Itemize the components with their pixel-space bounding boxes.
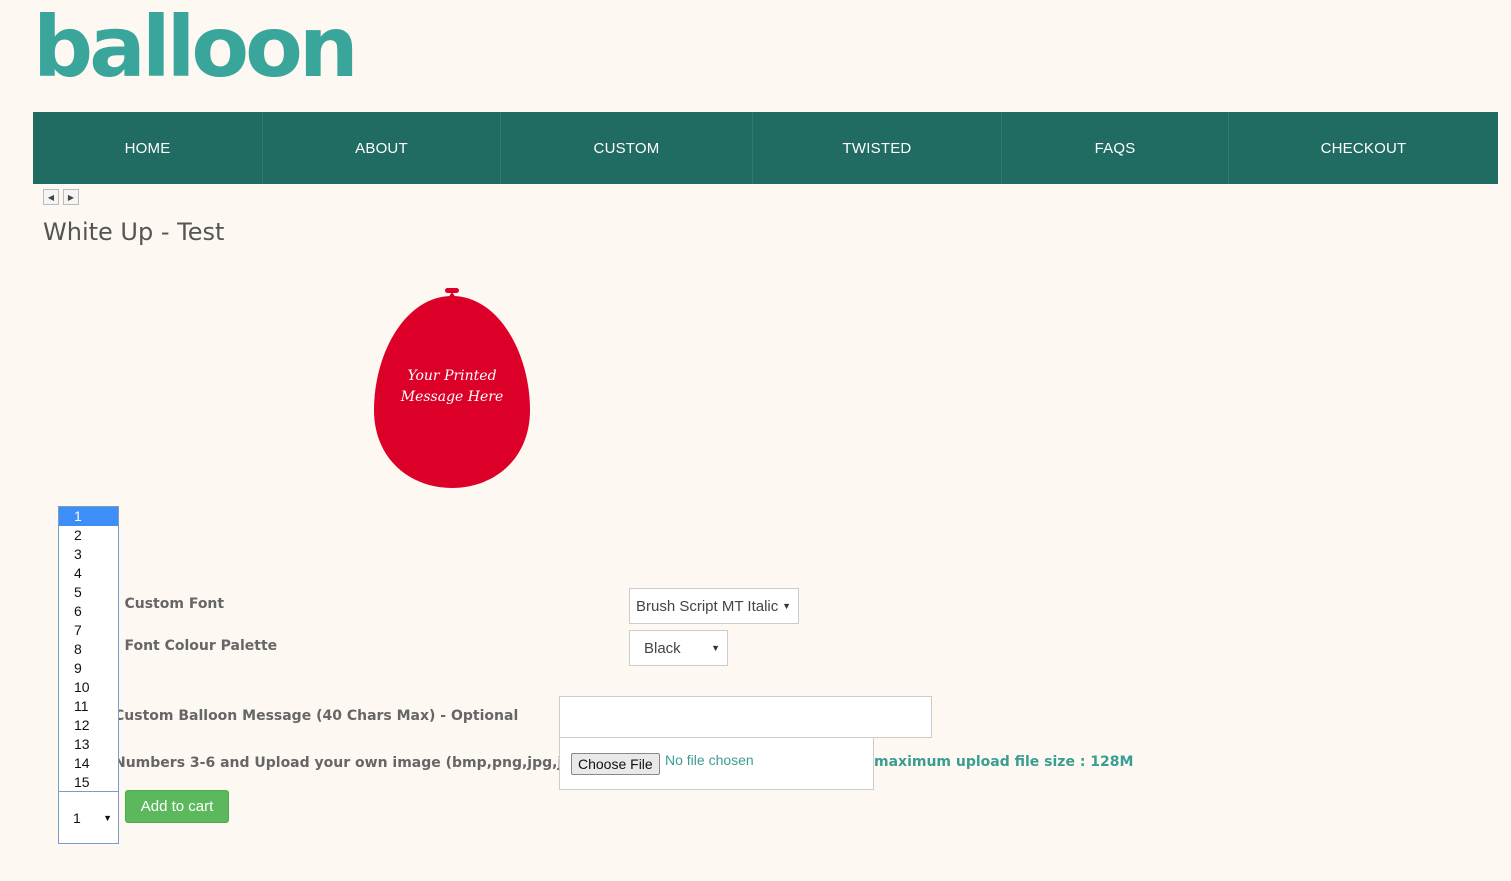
balloon-text-line-2: Message Here <box>400 389 504 405</box>
balloon-message-input[interactable] <box>559 696 932 738</box>
quantity-option[interactable]: 10 <box>59 678 118 697</box>
add-to-cart-button[interactable]: Add to cart <box>125 790 229 823</box>
font-colour-value: Black <box>644 639 681 657</box>
nav-faqs[interactable]: FAQS <box>1002 112 1229 184</box>
site-logo[interactable]: balloons <box>33 0 406 97</box>
font-colour-label: : Font Colour Palette <box>114 638 278 654</box>
quantity-dropdown-list: 1 2 3 4 5 6 7 8 9 10 11 12 13 14 15 <box>58 506 119 791</box>
file-upload-field: Choose File No file chosen <box>559 737 874 790</box>
max-upload-note: maximum upload file size : 128M <box>874 754 1134 770</box>
nav-home[interactable]: HOME <box>33 112 263 184</box>
nav-checkout[interactable]: CHECKOUT <box>1229 112 1498 184</box>
page-title: White Up - Test <box>43 218 225 246</box>
file-status-text: No file chosen <box>665 752 754 768</box>
quantity-option[interactable]: 4 <box>59 564 118 583</box>
font-select[interactable]: Brush Script MT Italic ▼ <box>629 588 799 624</box>
quantity-option[interactable]: 14 <box>59 754 118 773</box>
balloon-text-line-1: Your Printed <box>407 368 496 384</box>
quantity-option[interactable]: 8 <box>59 640 118 659</box>
quantity-option[interactable]: 12 <box>59 716 118 735</box>
quantity-option[interactable]: 9 <box>59 659 118 678</box>
quantity-option[interactable]: 7 <box>59 621 118 640</box>
quantity-option[interactable]: 1 <box>59 507 118 526</box>
quantity-option[interactable]: 6 <box>59 602 118 621</box>
custom-font-label: : Custom Font <box>114 596 225 612</box>
quantity-option[interactable]: 13 <box>59 735 118 754</box>
font-colour-select[interactable]: Black ▼ <box>629 630 728 666</box>
quantity-option[interactable]: 15 <box>59 773 118 792</box>
logo-text: balloons <box>33 0 353 92</box>
nav-custom[interactable]: CUSTOM <box>501 112 753 184</box>
next-arrow-icon[interactable]: ▶ <box>63 189 79 205</box>
chevron-down-icon: ▼ <box>103 812 112 823</box>
main-nav: HOME ABOUT CUSTOM TWISTED FAQS CHECKOUT <box>33 112 1498 184</box>
upload-image-label: Numbers 3-6 and Upload your own image (b… <box>114 755 599 771</box>
quantity-select-value: 1 <box>73 809 81 826</box>
font-select-value: Brush Script MT Italic <box>636 597 779 615</box>
chevron-down-icon: ▼ <box>782 601 791 611</box>
image-slider-controls: ◀ ▶ <box>43 189 79 205</box>
custom-message-label: Custom Balloon Message (40 Chars Max) - … <box>114 708 519 724</box>
choose-file-button[interactable]: Choose File <box>571 753 660 775</box>
balloon-preview-image: Your Printed Message Here <box>370 284 534 499</box>
quantity-option[interactable]: 5 <box>59 583 118 602</box>
nav-twisted[interactable]: TWISTED <box>753 112 1002 184</box>
quantity-option[interactable]: 3 <box>59 545 118 564</box>
quantity-option[interactable]: 2 <box>59 526 118 545</box>
chevron-down-icon: ▼ <box>711 643 720 653</box>
quantity-option[interactable]: 11 <box>59 697 118 716</box>
quantity-select[interactable]: 1 ▼ <box>58 791 119 844</box>
nav-about[interactable]: ABOUT <box>263 112 501 184</box>
prev-arrow-icon[interactable]: ◀ <box>43 189 59 205</box>
